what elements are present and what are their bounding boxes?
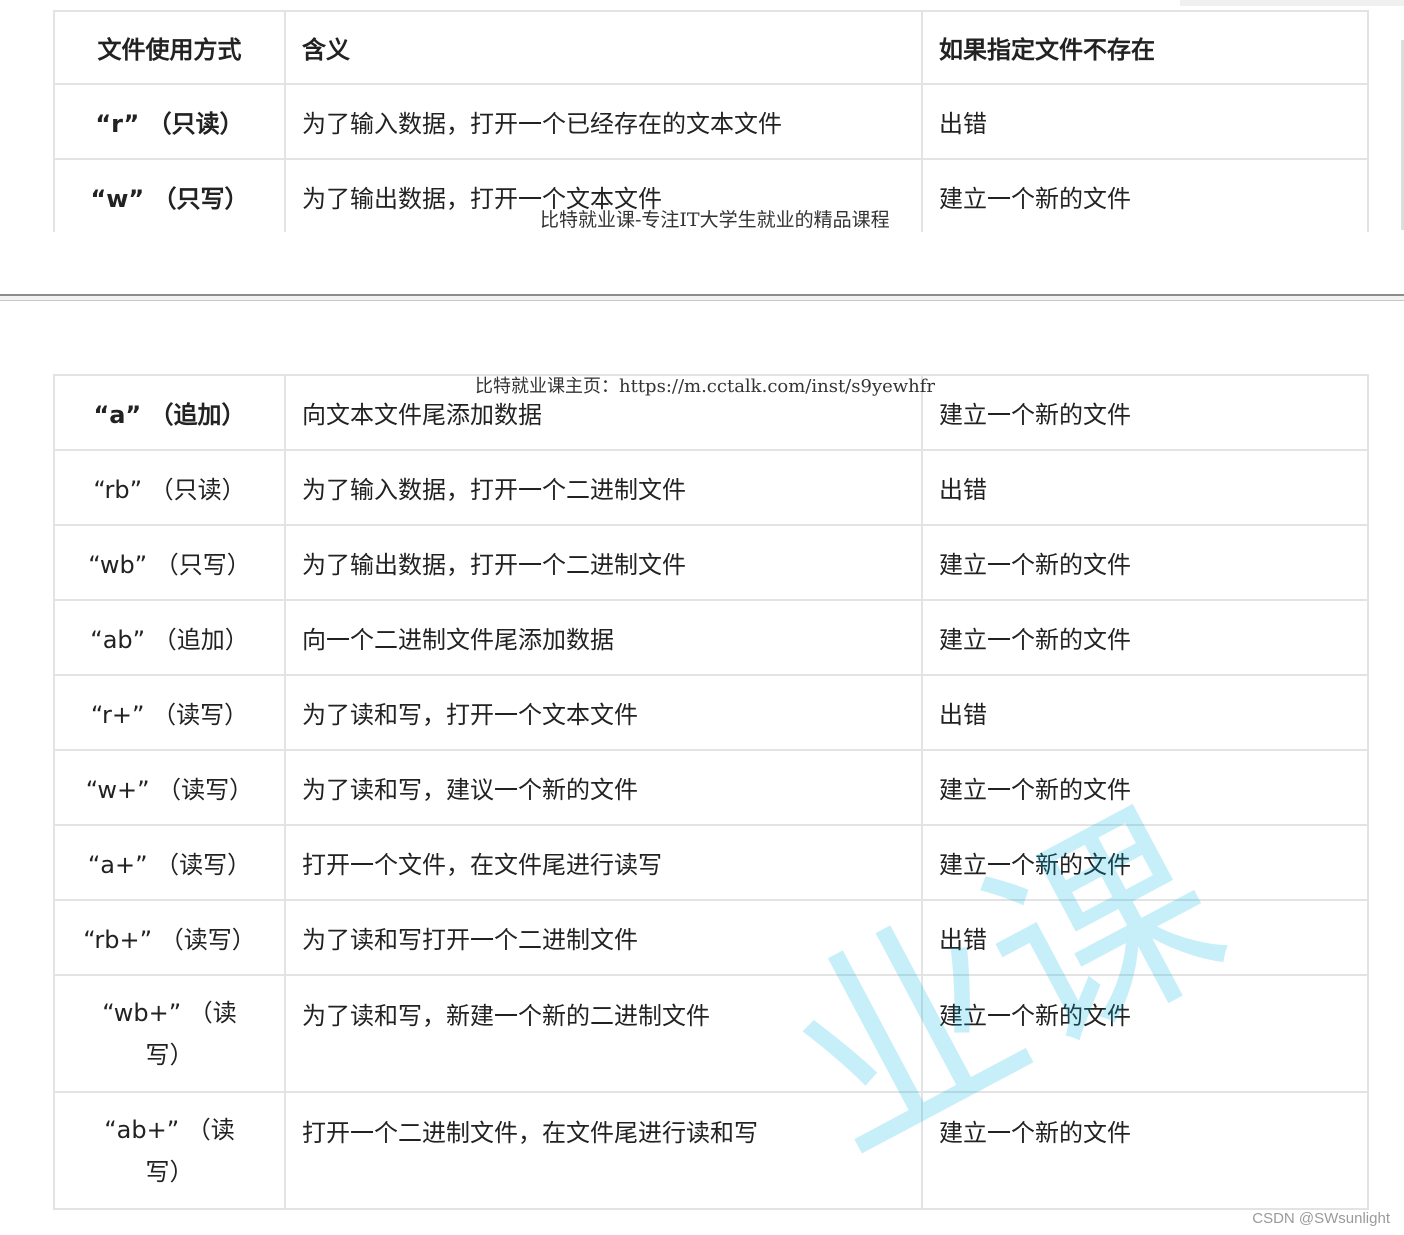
meaning-cell: 为了读和写，打开一个文本文件 [284,674,923,751]
meaning-cell: 为了读和写，新建一个新的二进制文件 [284,974,923,1093]
mode-cell: “a+” （读写） [53,824,286,901]
missing-cell: 出错 [921,83,1369,160]
meaning-cell: 为了读和写，建议一个新的文件 [284,749,923,826]
table-row: “a+” （读写） 打开一个文件，在文件尾进行读写 建立一个新的文件 [53,824,1369,901]
missing-cell: 建立一个新的文件 [921,374,1369,451]
table-row: “wb+” （读写） 为了读和写，新建一个新的二进制文件 建立一个新的文件 [53,974,1369,1093]
top-edge-shadow [1180,0,1404,6]
missing-cell: 建立一个新的文件 [921,1091,1369,1210]
meaning-cell: 为了输入数据，打开一个二进制文件 [284,449,923,526]
header-mode: 文件使用方式 [53,10,286,85]
watermark-header-text: 比特就业课主页：https://m.cctalk.com/inst/s9yewh… [475,376,936,397]
mode-cell: “w+” （读写） [53,749,286,826]
table-row: “ab” （追加） 向一个二进制文件尾添加数据 建立一个新的文件 [53,599,1369,676]
file-mode-table-part1: 文件使用方式 含义 如果指定文件不存在 “r” （只读） 为了输入数据，打开一个… [53,10,1369,232]
file-mode-table-part2: “a” （追加） 向文本文件尾添加数据 建立一个新的文件 “rb” （只读） 为… [53,374,1369,1210]
mode-cell: “a” （追加） [53,374,286,451]
meaning-cell: 打开一个二进制文件，在文件尾进行读和写 [284,1091,923,1210]
table-row: “rb+” （读写） 为了读和写打开一个二进制文件 出错 [53,899,1369,976]
meaning-cell: 向一个二进制文件尾添加数据 [284,599,923,676]
mode-cell: “wb” （只写） [53,524,286,601]
table-row: “r” （只读） 为了输入数据，打开一个已经存在的文本文件 出错 [53,83,1369,160]
meaning-cell: 为了输出数据，打开一个二进制文件 [284,524,923,601]
table-row: “wb” （只写） 为了输出数据，打开一个二进制文件 建立一个新的文件 [53,524,1369,601]
mode-cell: “rb” （只读） [53,449,286,526]
mode-cell: “r+” （读写） [53,674,286,751]
meaning-cell: 为了读和写打开一个二进制文件 [284,899,923,976]
meaning-cell: 打开一个文件，在文件尾进行读写 [284,824,923,901]
meaning-cell: 为了输入数据，打开一个已经存在的文本文件 [284,83,923,160]
missing-cell: 建立一个新的文件 [921,158,1369,232]
mode-cell: “ab+” （读写） [53,1091,286,1210]
mode-cell: “rb+” （读写） [53,899,286,976]
missing-cell: 建立一个新的文件 [921,599,1369,676]
missing-cell: 建立一个新的文件 [921,749,1369,826]
header-if-missing: 如果指定文件不存在 [921,10,1369,85]
table-header-row: 文件使用方式 含义 如果指定文件不存在 [53,10,1369,85]
page-break-divider [0,294,1404,301]
table-row: “r+” （读写） 为了读和写，打开一个文本文件 出错 [53,674,1369,751]
mode-cell: “wb+” （读写） [53,974,286,1093]
missing-cell: 建立一个新的文件 [921,824,1369,901]
mode-cell: “ab” （追加） [53,599,286,676]
missing-cell: 出错 [921,899,1369,976]
table-row: “w+” （读写） 为了读和写，建议一个新的文件 建立一个新的文件 [53,749,1369,826]
missing-cell: 建立一个新的文件 [921,974,1369,1093]
missing-cell: 出错 [921,449,1369,526]
table-row: “ab+” （读写） 打开一个二进制文件，在文件尾进行读和写 建立一个新的文件 [53,1091,1369,1210]
watermark-footer-text: 比特就业课-专注IT大学生就业的精品课程 [540,209,890,231]
table-row: “rb” （只读） 为了输入数据，打开一个二进制文件 出错 [53,449,1369,526]
mode-cell: “w” （只写） [53,158,286,232]
header-meaning: 含义 [284,10,923,85]
mode-cell: “r” （只读） [53,83,286,160]
csdn-credit: CSDN @SWsunlight [1252,1210,1390,1227]
missing-cell: 出错 [921,674,1369,751]
missing-cell: 建立一个新的文件 [921,524,1369,601]
